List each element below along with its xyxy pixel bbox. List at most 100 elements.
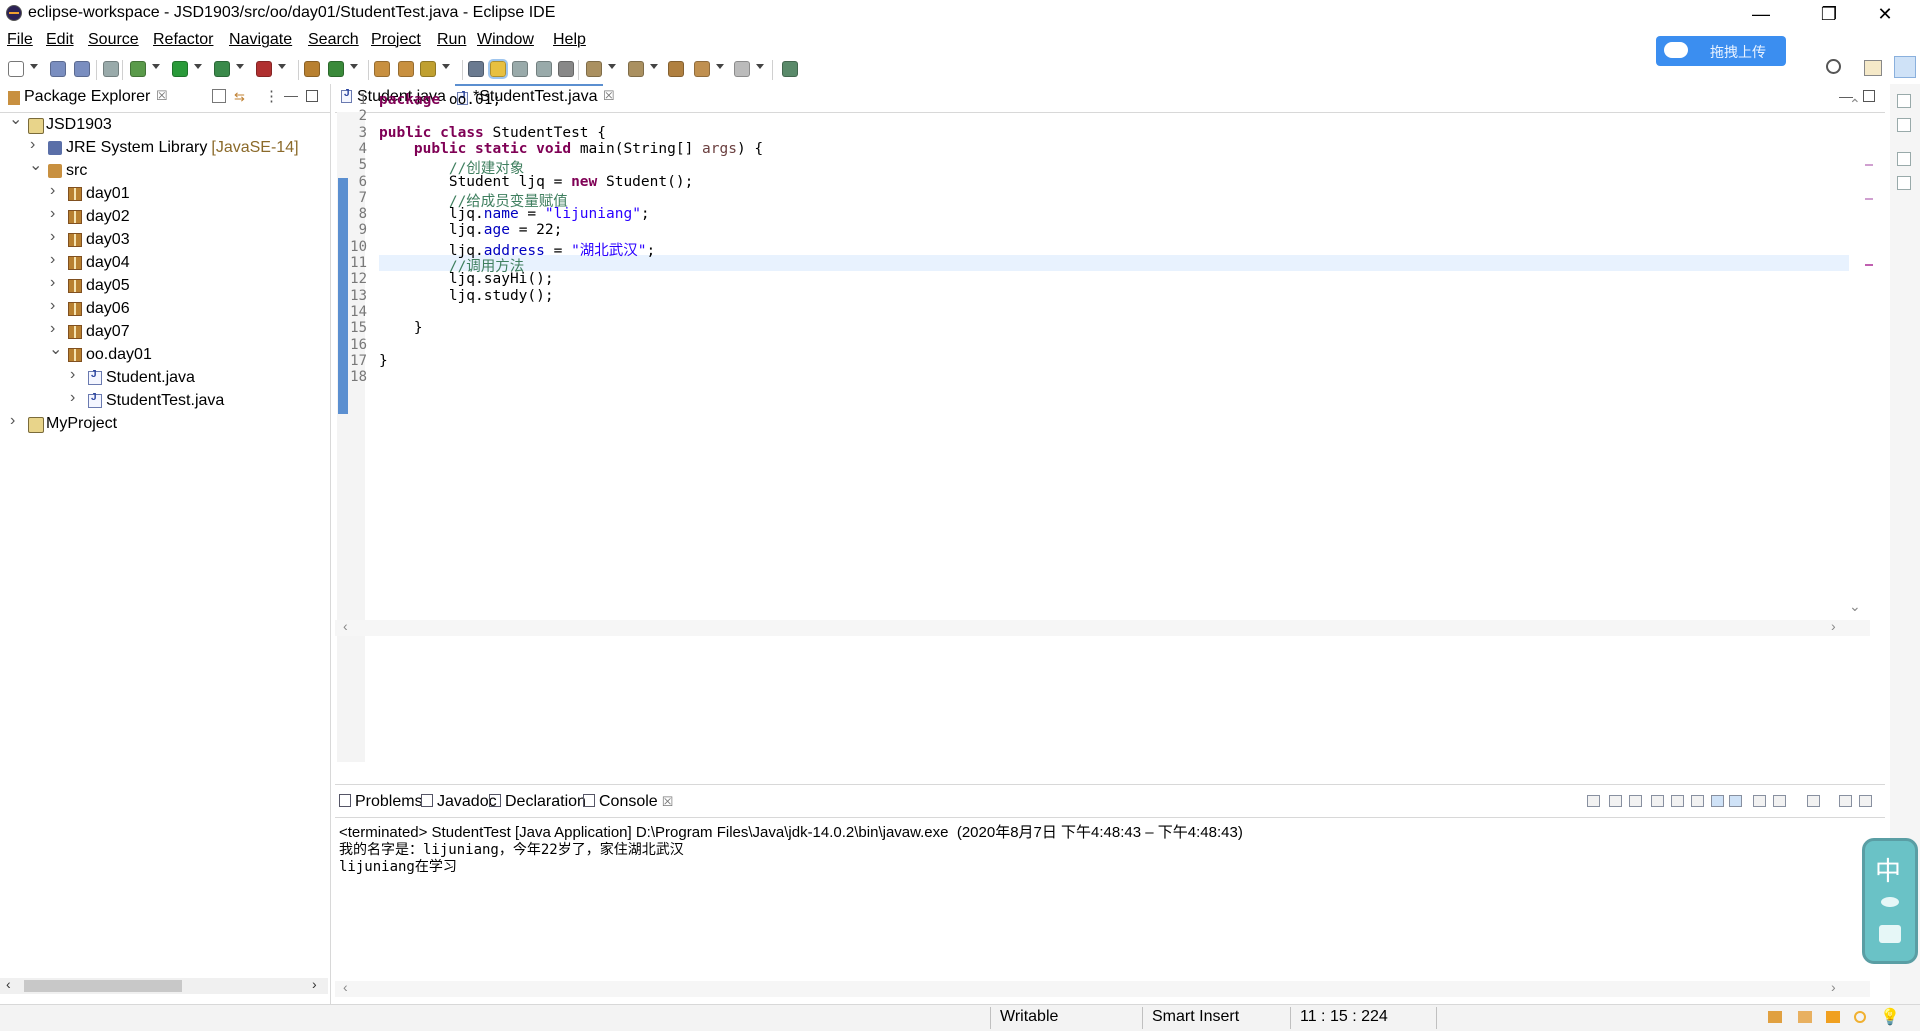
code-line[interactable]: Student ljq = new Student();	[379, 174, 693, 190]
display-console-icon[interactable]	[1773, 795, 1786, 807]
debug-icon[interactable]	[130, 61, 146, 77]
code-line[interactable]: ljq.name = "lijuniang";	[379, 206, 650, 222]
tree-item[interactable]: day06	[0, 297, 328, 321]
code-line[interactable]: ljq.age = 22;	[379, 222, 563, 238]
view-menu-icon[interactable]: ⋮	[264, 87, 279, 105]
bottom-tab-declaration[interactable]: Declaration	[489, 793, 586, 811]
package-explorer-tab[interactable]: Package Explorer	[24, 88, 150, 106]
search-icon[interactable]	[1826, 59, 1841, 74]
run-icon[interactable]	[172, 61, 188, 77]
expand-arrow-icon[interactable]	[70, 366, 78, 384]
dropdown-arrow-icon[interactable]	[236, 64, 244, 69]
overview-marker[interactable]	[1865, 264, 1873, 266]
collapse-arrow-icon[interactable]	[49, 339, 62, 359]
menu-run[interactable]: Run	[437, 31, 466, 49]
external-tools-icon[interactable]	[256, 61, 272, 77]
expand-arrow-icon[interactable]	[50, 320, 58, 338]
dropdown-arrow-icon[interactable]	[194, 64, 202, 69]
save-all-icon[interactable]	[74, 61, 90, 77]
upload-button[interactable]: 拖拽上传	[1656, 36, 1786, 66]
code-line[interactable]: public class StudentTest {	[379, 125, 606, 141]
scroll-right-arrow-icon[interactable]: ›	[312, 976, 317, 992]
new-console-icon[interactable]	[1807, 795, 1820, 807]
clear-console-icon[interactable]	[1651, 795, 1664, 807]
status-circle-icon[interactable]	[1854, 1011, 1866, 1023]
link-with-editor-icon[interactable]: ⇆	[234, 89, 245, 105]
expand-arrow-icon[interactable]	[50, 228, 58, 246]
bottom-tab-problems[interactable]: Problems	[339, 793, 423, 811]
menu-file[interactable]: File	[7, 31, 33, 49]
menu-help[interactable]: Help	[553, 31, 586, 49]
new-java-package-icon[interactable]	[304, 61, 320, 77]
minimize-view-icon[interactable]	[1839, 795, 1852, 807]
overview-marker[interactable]	[1865, 164, 1873, 166]
word-wrap-icon[interactable]	[512, 61, 528, 77]
next-annotation-icon[interactable]	[468, 61, 484, 77]
remove-launch-icon[interactable]	[1609, 795, 1622, 807]
close-tab-icon[interactable]: ☒	[662, 794, 674, 809]
tree-item[interactable]: StudentTest.java	[0, 389, 328, 413]
scroll-right-arrow-icon[interactable]: ›	[1831, 979, 1836, 995]
restore-icon[interactable]	[1897, 152, 1911, 166]
expand-arrow-icon[interactable]	[50, 251, 58, 269]
bottom-tab-console[interactable]: Console ☒	[583, 793, 673, 811]
maximize-view-icon[interactable]	[306, 90, 318, 102]
dropdown-arrow-icon[interactable]	[756, 64, 764, 69]
restore-button[interactable]: ❐	[1806, 2, 1852, 26]
tree-item[interactable]: day02	[0, 205, 328, 229]
restore-icon[interactable]	[1897, 94, 1911, 108]
mark-occurrences-icon[interactable]	[488, 59, 508, 79]
expand-arrow-icon[interactable]	[50, 274, 58, 292]
open-type-icon[interactable]	[374, 61, 390, 77]
console-horizontal-scrollbar[interactable]: ‹ ›	[335, 979, 1870, 997]
notification-icon[interactable]	[1768, 1011, 1782, 1023]
scroll-down-arrow-icon[interactable]: ⌄	[1849, 598, 1861, 615]
menu-navigate[interactable]: Navigate	[229, 31, 292, 49]
expand-arrow-icon[interactable]	[30, 136, 38, 154]
remove-all-terminated-icon[interactable]	[1629, 795, 1642, 807]
code-line[interactable]: }	[379, 353, 388, 369]
ime-widget[interactable]: 中	[1862, 838, 1918, 964]
minimize-view-icon[interactable]: —	[284, 87, 298, 103]
dropdown-arrow-icon[interactable]	[152, 64, 160, 69]
maximize-view-icon[interactable]	[1859, 795, 1872, 807]
tree-item[interactable]: day03	[0, 228, 328, 252]
tree-item[interactable]: day04	[0, 251, 328, 275]
show-stdout-icon[interactable]	[1711, 795, 1724, 807]
scroll-left-arrow-icon[interactable]: ‹	[343, 979, 348, 995]
search-tb-icon[interactable]	[420, 61, 436, 77]
forward-icon[interactable]	[734, 61, 750, 77]
block-select-icon[interactable]	[536, 61, 552, 77]
horizontal-scrollbar[interactable]: ‹ ›	[0, 976, 328, 994]
expand-arrow-icon[interactable]	[50, 205, 58, 223]
tree-item[interactable]: src	[0, 155, 328, 183]
close-view-icon[interactable]: ☒	[156, 88, 168, 104]
tree-item[interactable]: day01	[0, 182, 328, 206]
dropdown-arrow-icon[interactable]	[608, 64, 616, 69]
task-icon[interactable]	[1798, 1011, 1812, 1023]
code-line[interactable]: public static void main(String[] args) {	[379, 141, 763, 157]
save-icon[interactable]	[50, 61, 66, 77]
expand-arrow-icon[interactable]	[10, 412, 18, 430]
dropdown-arrow-icon[interactable]	[716, 64, 724, 69]
open-perspective-icon[interactable]	[1864, 60, 1882, 76]
last-edit-icon[interactable]	[668, 61, 684, 77]
editor-horizontal-scrollbar[interactable]: ‹ ›	[335, 618, 1870, 636]
show-whitespace-icon[interactable]	[558, 61, 574, 77]
open-task-icon[interactable]	[398, 61, 414, 77]
scroll-lock-icon[interactable]	[1671, 795, 1684, 807]
code-line[interactable]: ljq.study();	[379, 288, 554, 304]
tree-item[interactable]: MyProject	[0, 412, 328, 436]
pin-editor-icon[interactable]	[782, 61, 798, 77]
terminate-icon[interactable]	[1587, 795, 1600, 807]
code-line[interactable]: }	[379, 320, 423, 336]
tree-item[interactable]: JRE System Library[JavaSE-14]	[0, 136, 328, 160]
new-class-icon[interactable]	[328, 61, 344, 77]
tree-item[interactable]: day05	[0, 274, 328, 298]
tree-item[interactable]: JSD1903	[0, 109, 328, 137]
collapse-arrow-icon[interactable]	[9, 109, 22, 129]
task-list-icon[interactable]	[1897, 118, 1911, 132]
prev-icon[interactable]	[628, 61, 644, 77]
show-stderr-icon[interactable]	[1729, 795, 1742, 807]
status-insert-mode[interactable]: Smart Insert	[1152, 1008, 1239, 1026]
